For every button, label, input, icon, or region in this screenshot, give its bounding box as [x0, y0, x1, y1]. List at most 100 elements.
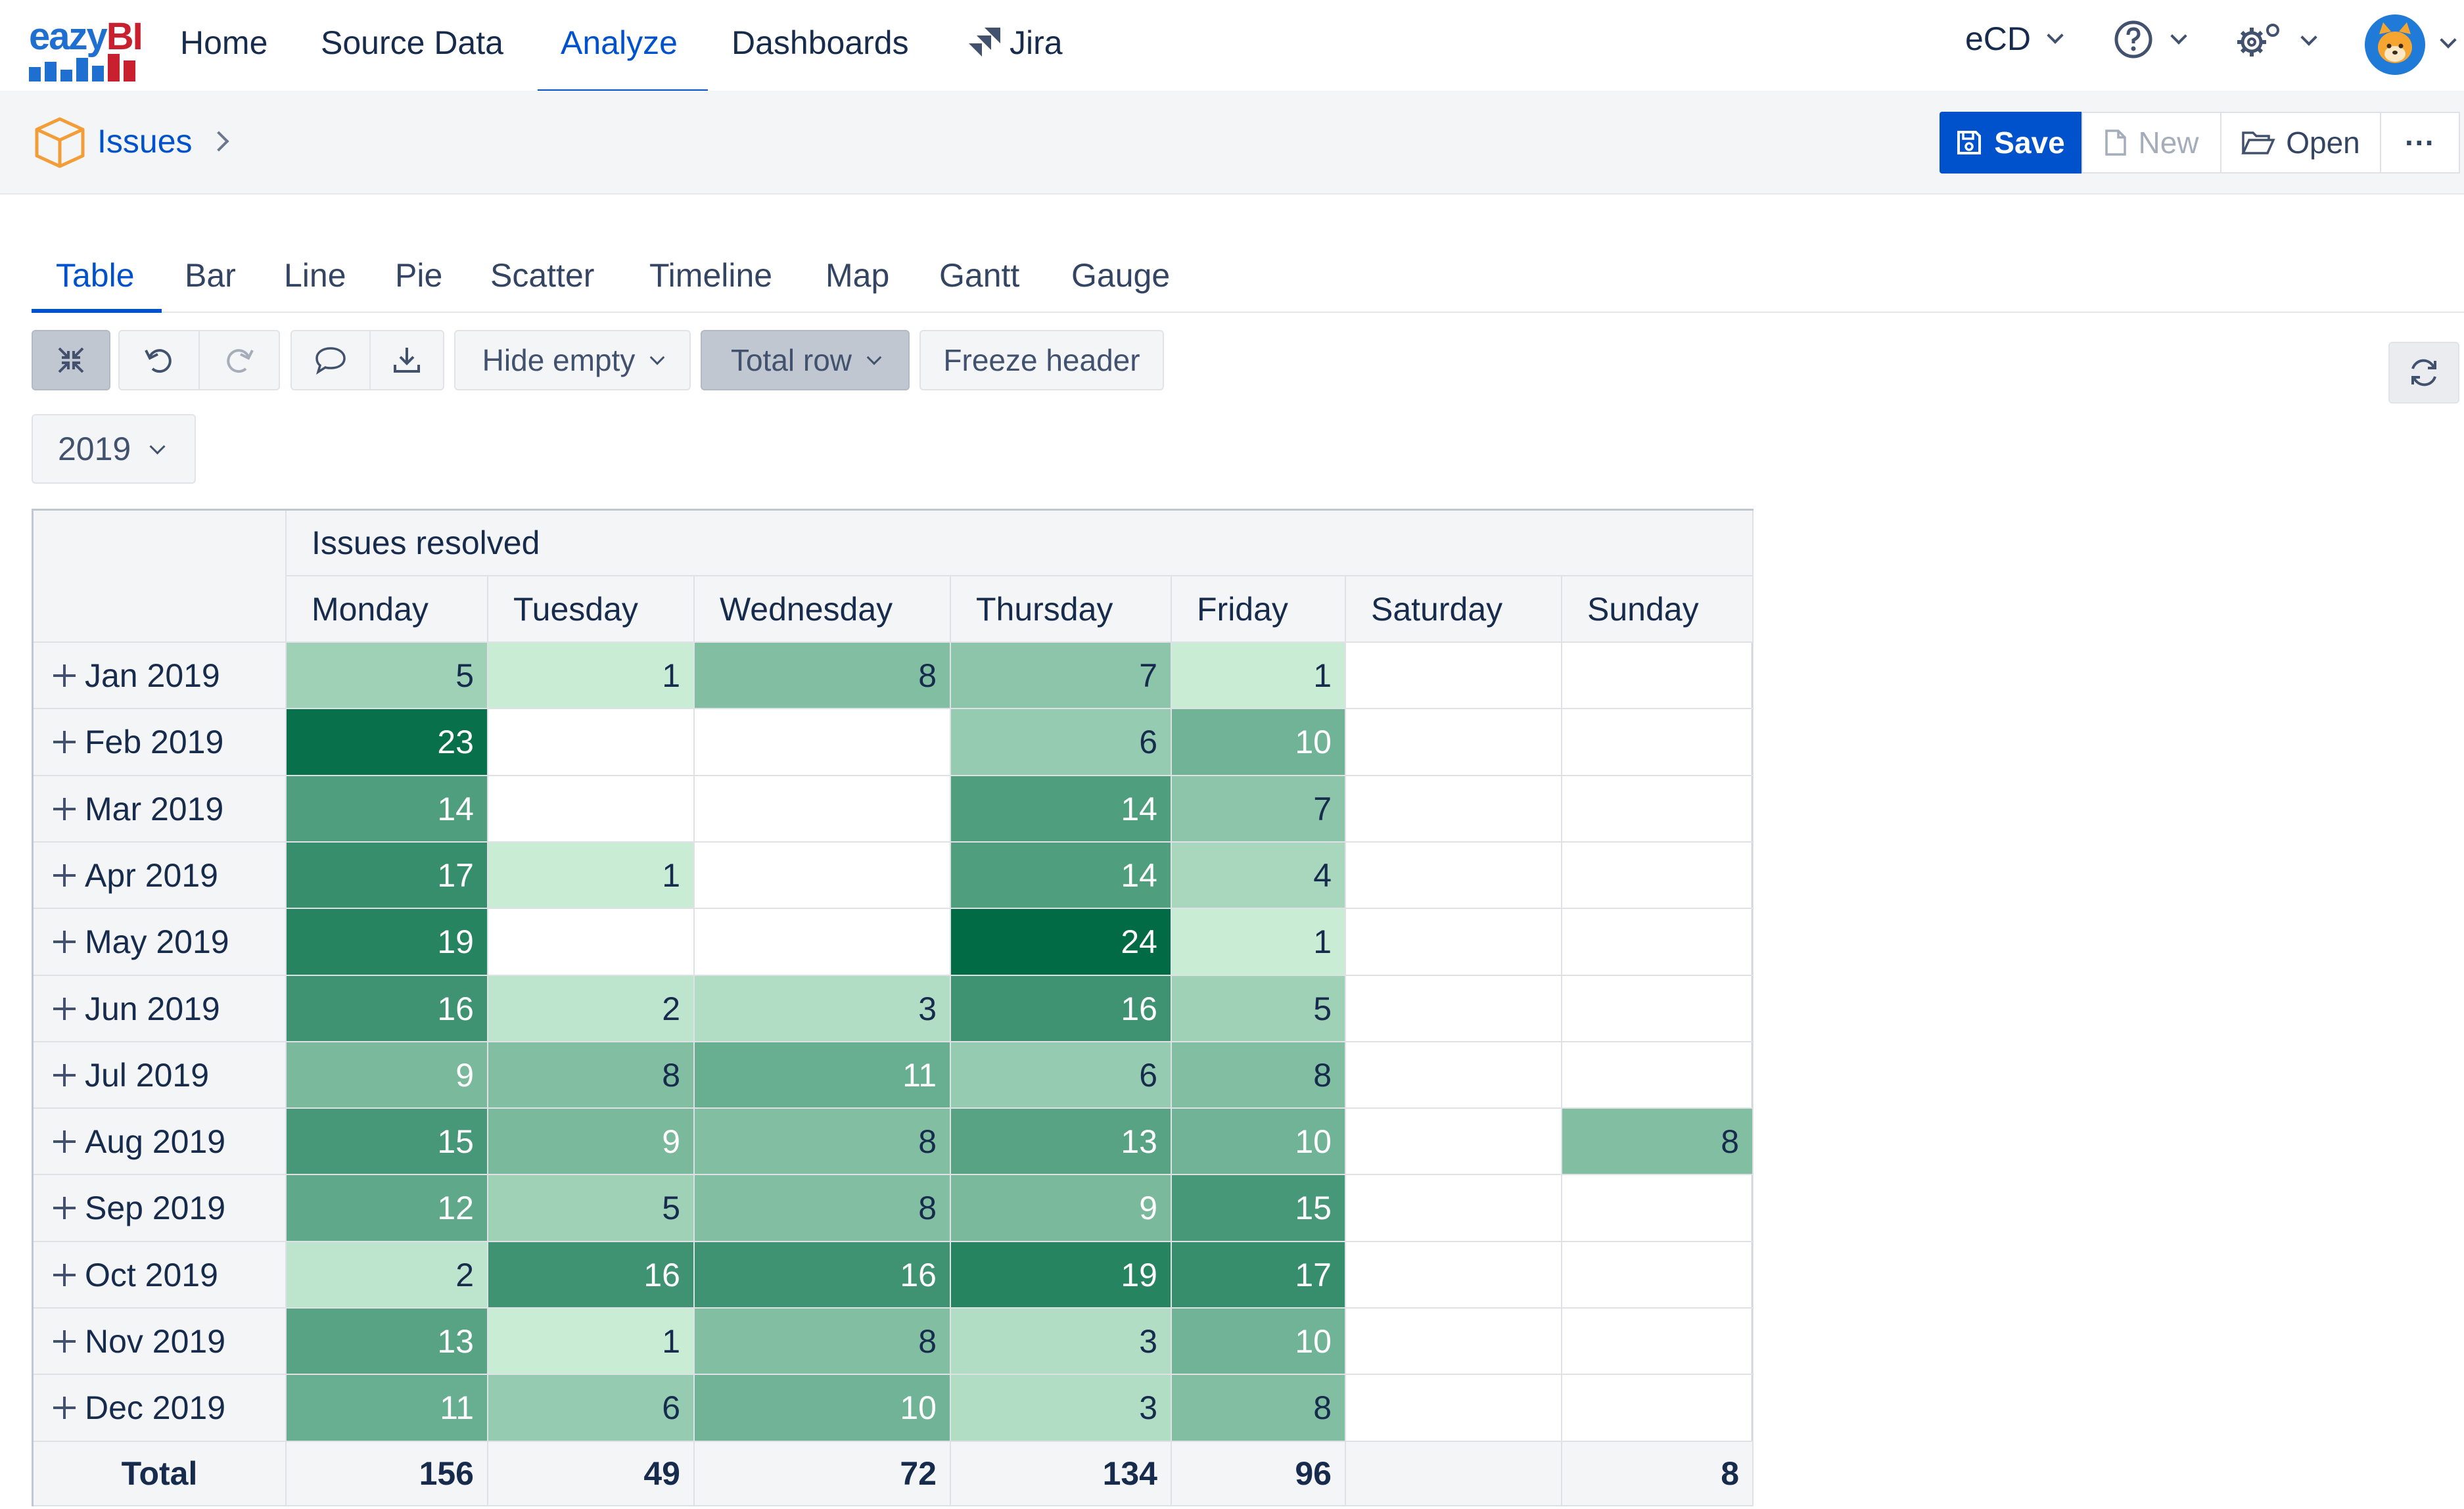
- tab-gauge[interactable]: Gauge: [1071, 256, 1170, 294]
- table-cell[interactable]: [488, 909, 695, 976]
- settings-menu[interactable]: [2233, 20, 2317, 62]
- table-cell[interactable]: 10: [695, 1375, 951, 1442]
- table-cell[interactable]: 19: [951, 1242, 1172, 1309]
- table-cell[interactable]: 1: [1172, 643, 1346, 709]
- new-button[interactable]: New: [2081, 112, 2221, 174]
- table-cell[interactable]: 1: [488, 643, 695, 709]
- table-cell[interactable]: 7: [1172, 776, 1346, 843]
- more-actions-button[interactable]: ···: [2380, 112, 2460, 174]
- table-cell[interactable]: [1562, 909, 1754, 976]
- table-cell[interactable]: 1: [488, 1309, 695, 1375]
- table-cell[interactable]: [488, 776, 695, 843]
- expand-plus-icon[interactable]: [53, 1330, 76, 1353]
- nav-dashboards[interactable]: Dashboards: [732, 24, 909, 62]
- expand-plus-icon[interactable]: [53, 997, 76, 1020]
- table-cell[interactable]: [1562, 643, 1754, 709]
- table-cell[interactable]: [695, 709, 951, 776]
- expand-plus-icon[interactable]: [53, 1263, 76, 1286]
- table-cell[interactable]: 1: [1172, 909, 1346, 976]
- tab-table[interactable]: Table: [56, 256, 135, 294]
- table-cell[interactable]: [1562, 776, 1754, 843]
- table-cell[interactable]: 8: [695, 643, 951, 709]
- table-cell[interactable]: 5: [488, 1175, 695, 1242]
- expand-plus-icon[interactable]: [53, 664, 76, 687]
- tab-pie[interactable]: Pie: [395, 256, 442, 294]
- table-cell[interactable]: [1346, 1175, 1562, 1242]
- table-cell[interactable]: 15: [1172, 1175, 1346, 1242]
- table-cell[interactable]: [488, 709, 695, 776]
- table-cell[interactable]: 3: [951, 1375, 1172, 1442]
- table-cell[interactable]: [1562, 843, 1754, 909]
- table-cell[interactable]: 17: [287, 843, 488, 909]
- table-cell[interactable]: 16: [488, 1242, 695, 1309]
- table-cell[interactable]: 17: [1172, 1242, 1346, 1309]
- expand-plus-icon[interactable]: [53, 731, 76, 753]
- open-button[interactable]: Open: [2220, 112, 2381, 174]
- table-cell[interactable]: 14: [951, 776, 1172, 843]
- table-cell[interactable]: [1346, 1042, 1562, 1109]
- table-cell[interactable]: 13: [287, 1309, 488, 1375]
- export-button[interactable]: [369, 330, 444, 390]
- comments-button[interactable]: [291, 330, 371, 390]
- table-cell[interactable]: 8: [695, 1309, 951, 1375]
- table-cell[interactable]: 9: [287, 1042, 488, 1109]
- tab-bar[interactable]: Bar: [185, 256, 236, 294]
- row-header-oct-2019[interactable]: Oct 2019: [34, 1242, 287, 1309]
- row-header-apr-2019[interactable]: Apr 2019: [34, 843, 287, 909]
- breadcrumb-issues[interactable]: Issues: [97, 122, 193, 160]
- table-cell[interactable]: 8: [1172, 1042, 1346, 1109]
- table-cell[interactable]: 4: [1172, 843, 1346, 909]
- table-cell[interactable]: [1346, 1242, 1562, 1309]
- nav-source-data[interactable]: Source Data: [321, 24, 503, 62]
- table-cell[interactable]: [695, 776, 951, 843]
- table-cell[interactable]: 8: [695, 1175, 951, 1242]
- chevron-down-icon[interactable]: [2440, 32, 2457, 49]
- expand-plus-icon[interactable]: [53, 1130, 76, 1153]
- row-header-may-2019[interactable]: May 2019: [34, 909, 287, 976]
- table-cell[interactable]: 13: [951, 1109, 1172, 1175]
- row-header-dec-2019[interactable]: Dec 2019: [34, 1375, 287, 1442]
- user-avatar[interactable]: [2365, 14, 2425, 75]
- table-cell[interactable]: 12: [287, 1175, 488, 1242]
- table-cell[interactable]: 7: [951, 643, 1172, 709]
- table-cell[interactable]: 10: [1172, 1309, 1346, 1375]
- table-cell[interactable]: 1: [488, 843, 695, 909]
- row-header-jan-2019[interactable]: Jan 2019: [34, 643, 287, 709]
- table-cell[interactable]: [695, 909, 951, 976]
- table-cell[interactable]: [1562, 1042, 1754, 1109]
- table-cell[interactable]: 8: [488, 1042, 695, 1109]
- help-menu[interactable]: [2114, 20, 2187, 59]
- table-cell[interactable]: 8: [695, 1109, 951, 1175]
- table-cell[interactable]: 6: [951, 709, 1172, 776]
- expand-plus-icon[interactable]: [53, 797, 76, 820]
- table-cell[interactable]: [1346, 976, 1562, 1042]
- column-header-saturday[interactable]: Saturday: [1346, 576, 1562, 643]
- table-cell[interactable]: 8: [1172, 1375, 1346, 1442]
- row-header-mar-2019[interactable]: Mar 2019: [34, 776, 287, 843]
- table-cell[interactable]: 5: [1172, 976, 1346, 1042]
- table-cell[interactable]: 15: [287, 1109, 488, 1175]
- year-page-filter[interactable]: 2019: [32, 414, 196, 484]
- table-cell[interactable]: [1346, 709, 1562, 776]
- refresh-button[interactable]: [2388, 342, 2459, 404]
- table-cell[interactable]: 23: [287, 709, 488, 776]
- table-cell[interactable]: 6: [951, 1042, 1172, 1109]
- expand-plus-icon[interactable]: [53, 1063, 76, 1086]
- column-header-wednesday[interactable]: Wednesday: [695, 576, 951, 643]
- column-header-friday[interactable]: Friday: [1172, 576, 1346, 643]
- expand-plus-icon[interactable]: [53, 931, 76, 953]
- account-switcher[interactable]: eCD: [1965, 20, 2064, 58]
- expand-plus-icon[interactable]: [53, 864, 76, 887]
- table-cell[interactable]: 9: [951, 1175, 1172, 1242]
- table-cell[interactable]: 14: [287, 776, 488, 843]
- tab-scatter[interactable]: Scatter: [490, 256, 594, 294]
- table-cell[interactable]: [1346, 1309, 1562, 1375]
- table-cell[interactable]: 3: [695, 976, 951, 1042]
- total-row-dropdown[interactable]: Total row: [701, 330, 910, 390]
- column-header-thursday[interactable]: Thursday: [951, 576, 1172, 643]
- table-cell[interactable]: [1346, 776, 1562, 843]
- eazybi-logo[interactable]: eazyBI: [29, 15, 143, 81]
- nav-jira[interactable]: Jira: [1010, 24, 1063, 62]
- column-header-sunday[interactable]: Sunday: [1562, 576, 1754, 643]
- table-cell[interactable]: [1562, 1309, 1754, 1375]
